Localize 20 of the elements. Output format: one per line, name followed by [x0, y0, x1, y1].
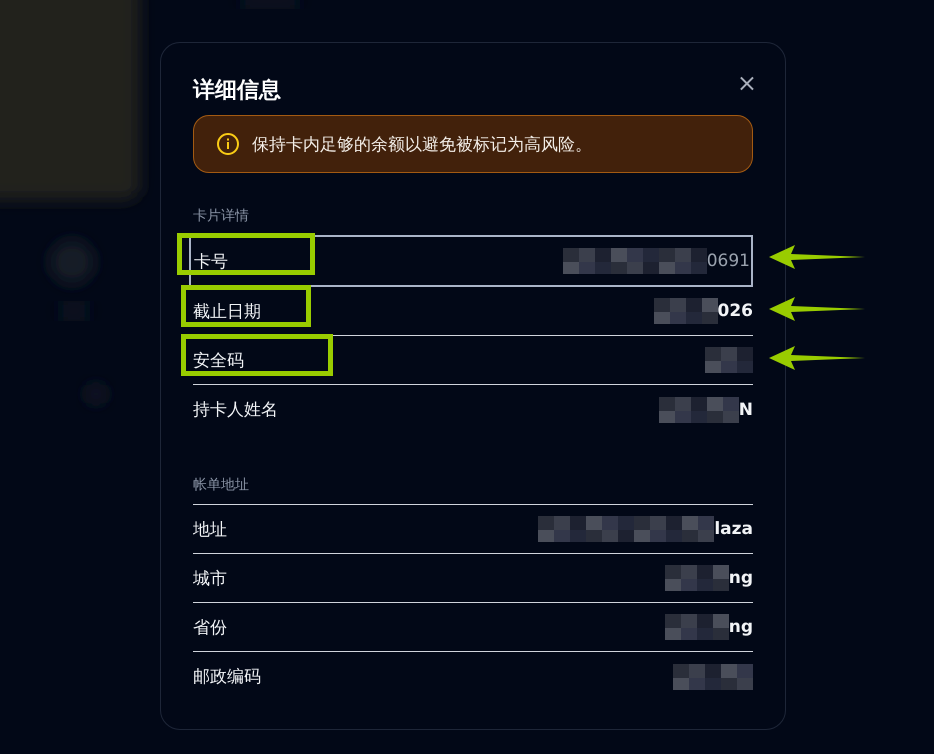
info-icon [216, 132, 240, 156]
field-label: 邮政编码 [193, 666, 261, 688]
section-heading: 帐单地址 [193, 476, 250, 494]
field-label: 省份 [193, 616, 227, 638]
close-button[interactable]: × [736, 73, 757, 93]
field-label: 截止日期 [193, 300, 261, 322]
field-value: N [738, 400, 753, 420]
field-label: 城市 [193, 568, 227, 590]
field-value: ng [728, 568, 753, 588]
field-label: 安全码 [193, 350, 244, 372]
alert-text: 保持卡内足够的余额以避免被标记为高风险。 [252, 134, 592, 156]
field-value: 0691 [706, 251, 750, 271]
field-label: 持卡人姓名 [193, 399, 278, 421]
field-value: laza [714, 519, 753, 539]
dialog-title: 详细信息 [193, 77, 281, 105]
field-label: 卡号 [194, 250, 228, 272]
field-value: 026 [718, 301, 753, 321]
field-label: 地址 [193, 518, 227, 540]
field-value: ng [728, 617, 753, 637]
section-heading: 卡片详情 [193, 207, 250, 225]
